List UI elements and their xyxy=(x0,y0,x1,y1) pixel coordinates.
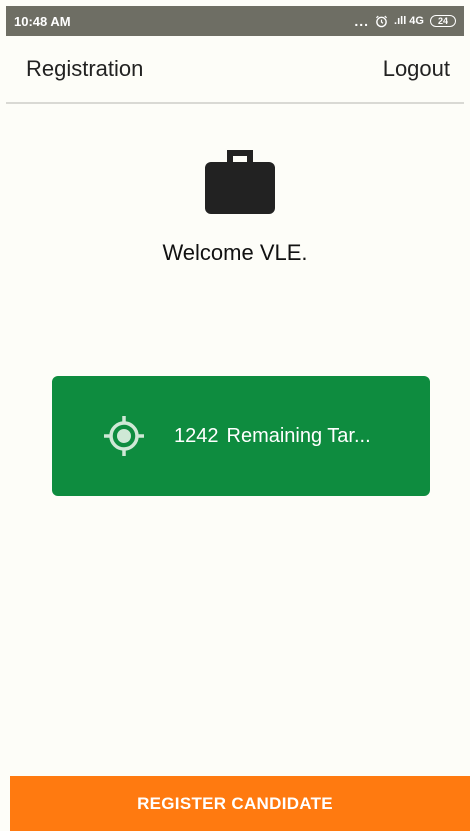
notification-dots: ... xyxy=(354,13,370,29)
welcome-text: Welcome VLE. xyxy=(162,240,308,265)
battery-icon: 24 xyxy=(430,15,456,27)
signal-indicator: .ıll 4G xyxy=(394,15,424,27)
page-title: Registration xyxy=(26,56,144,81)
briefcase-icon xyxy=(205,150,275,214)
remaining-target-card[interactable]: 1242 Remaining Tar... xyxy=(52,376,430,496)
remaining-target-text: 1242 Remaining Tar... xyxy=(174,425,371,448)
app-bar: Registration Logout xyxy=(6,36,464,104)
gps-target-icon xyxy=(104,416,144,456)
status-time: 10:48 AM xyxy=(14,13,71,29)
register-candidate-button[interactable]: REGISTER CANDIDATE xyxy=(10,776,470,831)
logout-button[interactable]: Logout xyxy=(383,56,450,82)
remaining-target-label: Remaining Tar... xyxy=(226,424,371,447)
alarm-clock-icon xyxy=(376,15,388,27)
status-indicators: ... .ıll 4G 24 xyxy=(354,13,456,29)
status-bar: 10:48 AM ... .ıll 4G 24 xyxy=(6,6,464,36)
remaining-target-count: 1242 xyxy=(174,424,219,447)
